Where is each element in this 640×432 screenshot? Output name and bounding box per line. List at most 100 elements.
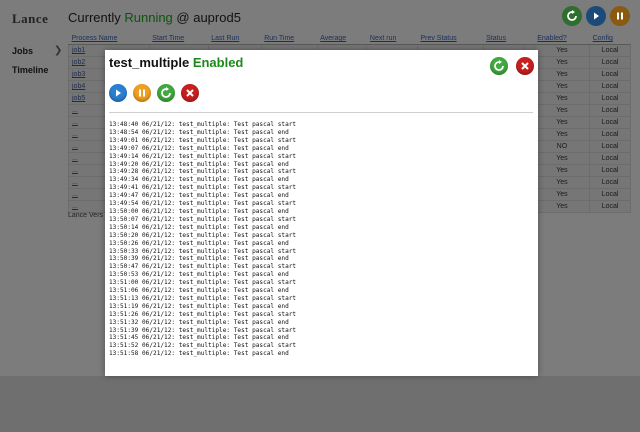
column-header[interactable]: Average bbox=[317, 33, 367, 45]
config-cell: Local bbox=[589, 68, 631, 81]
column-header[interactable]: Process Name bbox=[68, 33, 150, 45]
log-line: 13:51:06 06/21/12: test_multiple: Test p… bbox=[109, 287, 289, 295]
column-header[interactable]: Prev Status bbox=[417, 33, 484, 45]
enabled-cell: Yes bbox=[533, 188, 591, 201]
play-icon[interactable] bbox=[586, 6, 606, 26]
refresh-icon[interactable] bbox=[562, 6, 582, 26]
log-line: 13:51:52 06/21/12: test_multiple: Test p… bbox=[109, 342, 297, 350]
log-line: 13:51:26 06/21/12: test_multiple: Test p… bbox=[109, 310, 297, 318]
enabled-cell: Yes bbox=[533, 80, 591, 93]
config-cell: Local bbox=[589, 80, 631, 93]
config-cell: Local bbox=[589, 56, 631, 69]
job-name: test_multiple bbox=[109, 55, 190, 70]
config-cell: Local bbox=[589, 200, 631, 213]
dialog-title: test_multiple Enabled bbox=[109, 55, 243, 70]
play-icon[interactable] bbox=[109, 84, 127, 102]
column-header[interactable]: Last Run bbox=[208, 33, 262, 45]
enabled-cell: Yes bbox=[533, 128, 591, 141]
sidebar-item-jobs[interactable]: Jobs bbox=[12, 46, 33, 56]
column-header[interactable]: Config bbox=[589, 33, 631, 45]
config-cell: Local bbox=[589, 104, 631, 117]
log-line: 13:51:39 06/21/12: test_multiple: Test p… bbox=[109, 326, 297, 334]
log-line: 13:49:20 06/21/12: test_multiple: Test p… bbox=[109, 160, 289, 168]
log-line: 13:50:00 06/21/12: test_multiple: Test p… bbox=[109, 207, 289, 215]
version-footer: Lance Vers bbox=[68, 212, 104, 219]
top-bar: Lance Currently Running @ auprod5 bbox=[0, 0, 640, 34]
column-header[interactable]: Start Time bbox=[149, 33, 209, 45]
log-line: 13:50:20 06/21/12: test_multiple: Test p… bbox=[109, 231, 297, 239]
log-output[interactable]: 13:48:40 06/21/12: test_multiple: Test p… bbox=[109, 121, 533, 373]
log-line: 13:48:40 06/21/12: test_multiple: Test p… bbox=[109, 121, 297, 128]
enabled-cell: Yes bbox=[533, 176, 591, 189]
sidebar: Jobs ❯ Timeline bbox=[0, 34, 64, 432]
sidebar-item-timeline[interactable]: Timeline bbox=[12, 65, 48, 75]
server-name: @ auprod5 bbox=[172, 10, 241, 25]
log-line: 13:49:34 06/21/12: test_multiple: Test p… bbox=[109, 176, 289, 184]
log-line: 13:50:07 06/21/12: test_multiple: Test p… bbox=[109, 215, 297, 223]
dialog-divider bbox=[109, 112, 533, 113]
log-line: 13:51:32 06/21/12: test_multiple: Test p… bbox=[109, 318, 289, 326]
log-line: 13:51:58 06/21/12: test_multiple: Test p… bbox=[109, 350, 289, 358]
enabled-cell: Yes bbox=[533, 200, 591, 213]
enabled-cell: Yes bbox=[533, 164, 591, 177]
chevron-right-icon: ❯ bbox=[54, 45, 63, 56]
enabled-cell: Yes bbox=[533, 44, 591, 57]
enabled-cell: Yes bbox=[533, 116, 591, 129]
log-line: 13:48:54 06/21/12: test_multiple: Test p… bbox=[109, 128, 289, 136]
log-line: 13:51:19 06/21/12: test_multiple: Test p… bbox=[109, 302, 289, 310]
log-line: 13:50:53 06/21/12: test_multiple: Test p… bbox=[109, 271, 289, 279]
config-cell: Local bbox=[589, 140, 631, 153]
brand-logo: Lance bbox=[12, 11, 49, 26]
log-line: 13:50:39 06/21/12: test_multiple: Test p… bbox=[109, 255, 289, 263]
enabled-cell: NO bbox=[533, 140, 591, 153]
config-cell: Local bbox=[589, 176, 631, 189]
log-line: 13:51:00 06/21/12: test_multiple: Test p… bbox=[109, 279, 297, 287]
config-cell: Local bbox=[589, 152, 631, 165]
log-line: 13:50:14 06/21/12: test_multiple: Test p… bbox=[109, 223, 289, 231]
log-line: 13:49:54 06/21/12: test_multiple: Test p… bbox=[109, 200, 297, 208]
log-line: 13:51:45 06/21/12: test_multiple: Test p… bbox=[109, 334, 289, 342]
log-line: 13:49:47 06/21/12: test_multiple: Test p… bbox=[109, 192, 289, 200]
close-icon[interactable] bbox=[516, 57, 534, 75]
config-cell: Local bbox=[589, 188, 631, 201]
config-cell: Local bbox=[589, 128, 631, 141]
page-title: Currently Running @ auprod5 bbox=[68, 10, 241, 25]
enabled-cell: Yes bbox=[533, 152, 591, 165]
log-line: 13:49:14 06/21/12: test_multiple: Test p… bbox=[109, 152, 297, 160]
log-line: 13:51:13 06/21/12: test_multiple: Test p… bbox=[109, 294, 297, 302]
refresh-icon[interactable] bbox=[490, 57, 508, 75]
top-actions bbox=[562, 6, 630, 26]
log-line: 13:50:33 06/21/12: test_multiple: Test p… bbox=[109, 247, 297, 255]
config-cell: Local bbox=[589, 164, 631, 177]
log-line: 13:50:26 06/21/12: test_multiple: Test p… bbox=[109, 239, 289, 247]
column-header[interactable]: Run Time bbox=[261, 33, 318, 45]
config-cell: Local bbox=[589, 116, 631, 129]
log-line: 13:49:07 06/21/12: test_multiple: Test p… bbox=[109, 144, 289, 152]
enabled-cell: Yes bbox=[533, 68, 591, 81]
log-line: 13:49:41 06/21/12: test_multiple: Test p… bbox=[109, 184, 297, 192]
title-prefix: Currently bbox=[68, 10, 125, 25]
log-line: 13:50:47 06/21/12: test_multiple: Test p… bbox=[109, 263, 297, 271]
table-header-row: Process Name Start Time Last Run Run Time Av… bbox=[68, 33, 631, 45]
enabled-cell: Yes bbox=[533, 104, 591, 117]
pause-icon[interactable] bbox=[610, 6, 630, 26]
background-bottom bbox=[0, 376, 640, 432]
running-status: Running bbox=[124, 10, 173, 25]
job-log-dialog: test_multiple Enabled 13:48:40 06/21/12:… bbox=[105, 50, 538, 376]
column-header[interactable]: Status bbox=[483, 33, 524, 45]
pause-icon[interactable] bbox=[133, 84, 151, 102]
restart-icon[interactable] bbox=[157, 84, 175, 102]
enabled-cell: Yes bbox=[533, 56, 591, 69]
enabled-cell: Yes bbox=[533, 92, 591, 105]
column-header[interactable]: Enabled? bbox=[534, 33, 590, 45]
column-header[interactable]: Next run bbox=[366, 33, 418, 45]
stop-icon[interactable] bbox=[181, 84, 199, 102]
log-line: 13:49:01 06/21/12: test_multiple: Test p… bbox=[109, 136, 297, 144]
log-line: 13:49:28 06/21/12: test_multiple: Test p… bbox=[109, 168, 297, 176]
config-cell: Local bbox=[589, 92, 631, 105]
dialog-top-actions bbox=[490, 57, 534, 75]
job-controls bbox=[109, 84, 199, 102]
column-header[interactable] bbox=[523, 33, 535, 45]
job-state: Enabled bbox=[192, 55, 244, 70]
config-cell: Local bbox=[589, 44, 631, 57]
